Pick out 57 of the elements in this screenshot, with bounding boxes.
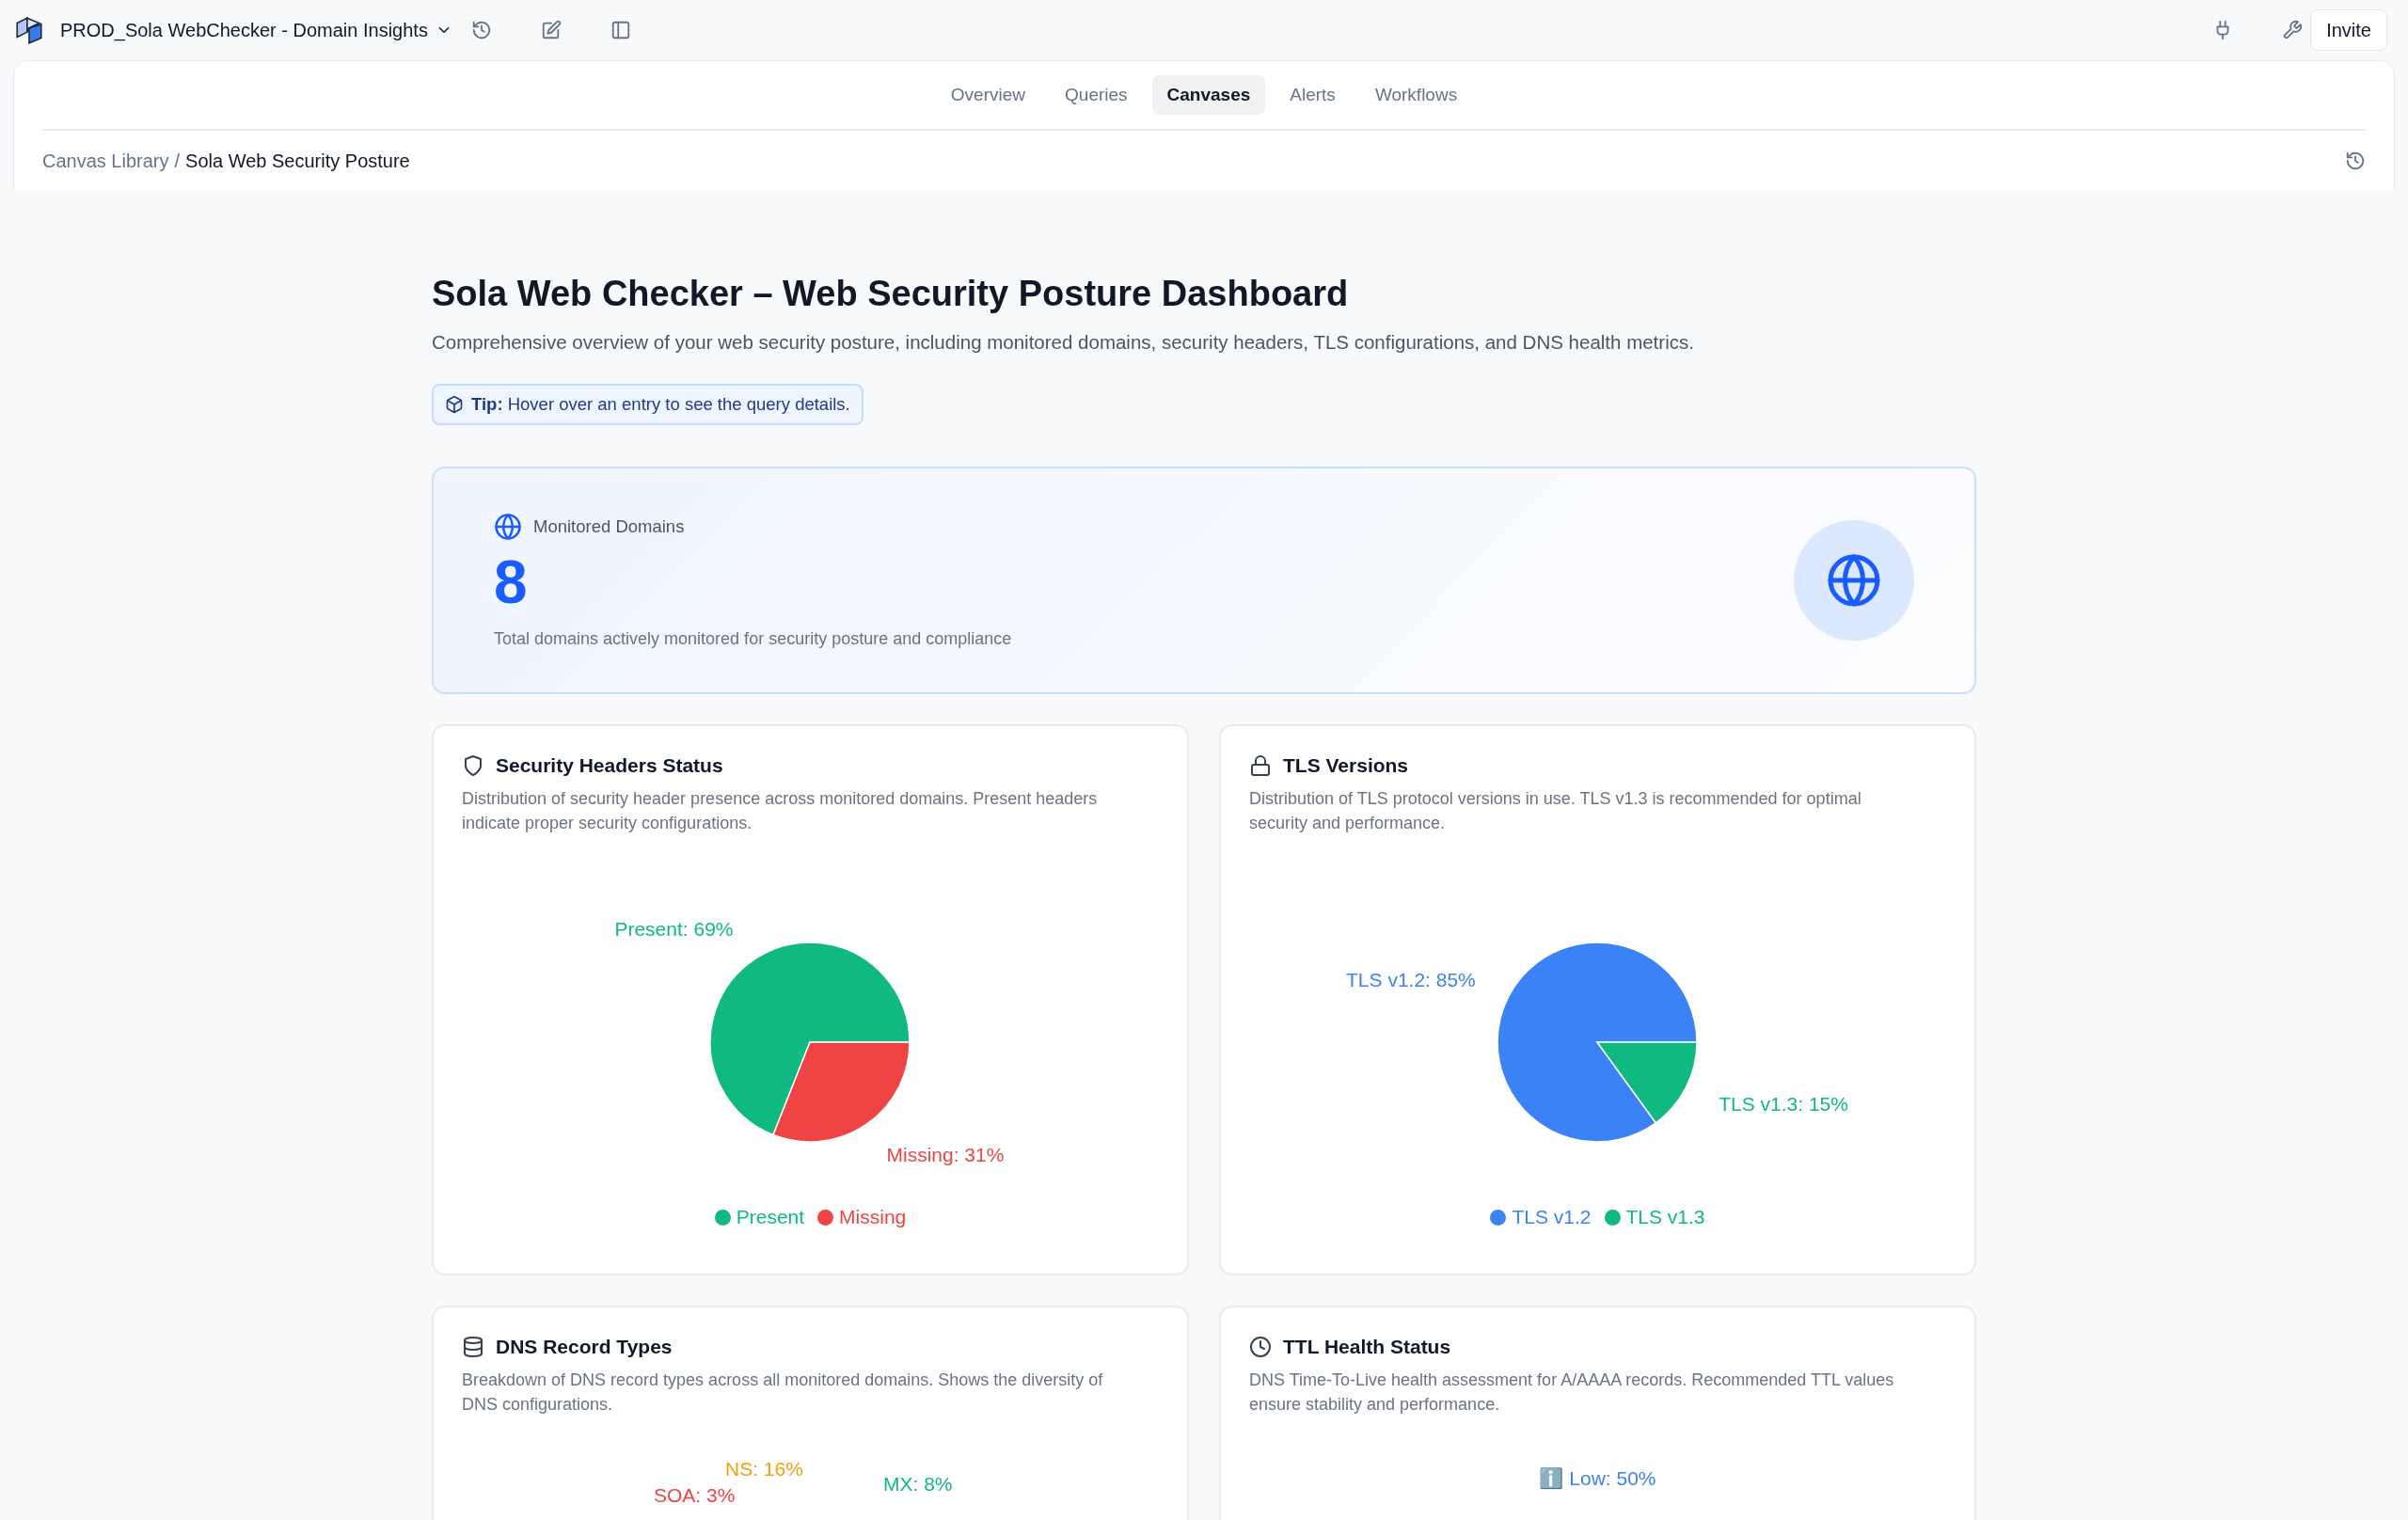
legend-dot [817,1209,834,1226]
slice-label: Present: 69% [614,918,734,941]
wrench-icon[interactable] [2282,20,2304,40]
card-description: Distribution of security header presence across monitored domains. Present headers indicate proper security configurations. [462,788,1099,834]
nav-tab[interactable]: Workflows [1359,75,1473,115]
project-title[interactable]: PROD_Sola WebChecker - Domain Insights [60,19,428,41]
legend-dot [1604,1209,1621,1226]
slice-label: ℹ Low: 50% [1539,1467,1656,1490]
edit-icon[interactable] [540,20,562,40]
breadcrumb-current: Sola Web Security Posture [185,150,410,172]
slice-label: NS: 16% [725,1458,803,1480]
nav-tab[interactable]: Overview [935,75,1041,115]
card-description: Distribution of TLS protocol versions in use. TLS v1.3 is recommended for optimal security and performance. [1249,788,1862,834]
legend-dot [1490,1209,1507,1226]
legend-dot [714,1209,731,1226]
metric-value: 8 [494,551,529,612]
page-description: Comprehensive overview of your web security posture, including monitored domains, security headers, TLS configurations, and DNS health metrics. [432,331,1695,354]
clock-icon [1249,1336,1272,1358]
sidebar-icon[interactable] [610,20,631,40]
nav-tab[interactable]: Queries [1050,75,1143,115]
history-icon[interactable] [2345,150,2366,171]
legend-label[interactable]: Missing [839,1206,907,1228]
logo[interactable] [13,14,45,46]
card-description: Breakdown of DNS record types across all monitored domains. Shows the diversity of DNS configurations. [462,1370,1104,1416]
slice-label: TLS v1.3: 15% [1719,1092,1848,1115]
database-icon [462,1336,484,1358]
slice-label: SOA: 3% [654,1484,736,1507]
breadcrumb-link[interactable]: Canvas Library [42,150,169,172]
card-title: Security Headers Status [496,754,723,777]
metric-caption: Total domains actively monitored for security posture and compliance [494,628,1013,649]
invite-button[interactable]: Invite [2310,9,2387,51]
tip-text: Tip: Hover over an entry to see the query details. [471,394,850,415]
card-title: DNS Record Types [496,1336,673,1358]
pie-slice[interactable] [1596,1041,1698,1124]
globe-icon [1826,552,1882,609]
legend-label[interactable]: Present [736,1206,805,1228]
shield-icon [462,754,484,777]
cube-icon [445,395,464,414]
slice-label: Missing: 31% [886,1143,1005,1165]
card-title: TTL Health Status [1283,1336,1451,1358]
card-description: DNS Time-To-Live health assessment for A/AAAA records. Recommended TTL values ensure stability and performance. [1249,1370,1895,1416]
breadcrumb-separator: / [174,150,181,172]
slice-label: TLS v1.2: 85% [1346,969,1476,991]
legend-label[interactable]: TLS v1.3 [1625,1206,1705,1228]
pie-slice[interactable] [772,1041,911,1143]
nav-tab[interactable]: Canvases [1151,75,1266,115]
pie-slice[interactable] [709,942,911,1136]
lock-icon [1249,754,1272,777]
pie-slice[interactable] [1497,942,1698,1143]
legend-label[interactable]: TLS v1.2 [1512,1206,1592,1228]
page-title: Sola Web Checker – Web Security Posture Dashboard [432,274,1350,314]
slice-label: MX: 8% [883,1473,953,1496]
metric-label: Monitored Domains [533,515,685,537]
nav-tab[interactable]: Alerts [1275,75,1351,115]
globe-icon [494,512,522,541]
card-title: TLS Versions [1283,754,1409,777]
history-icon[interactable] [470,20,492,40]
